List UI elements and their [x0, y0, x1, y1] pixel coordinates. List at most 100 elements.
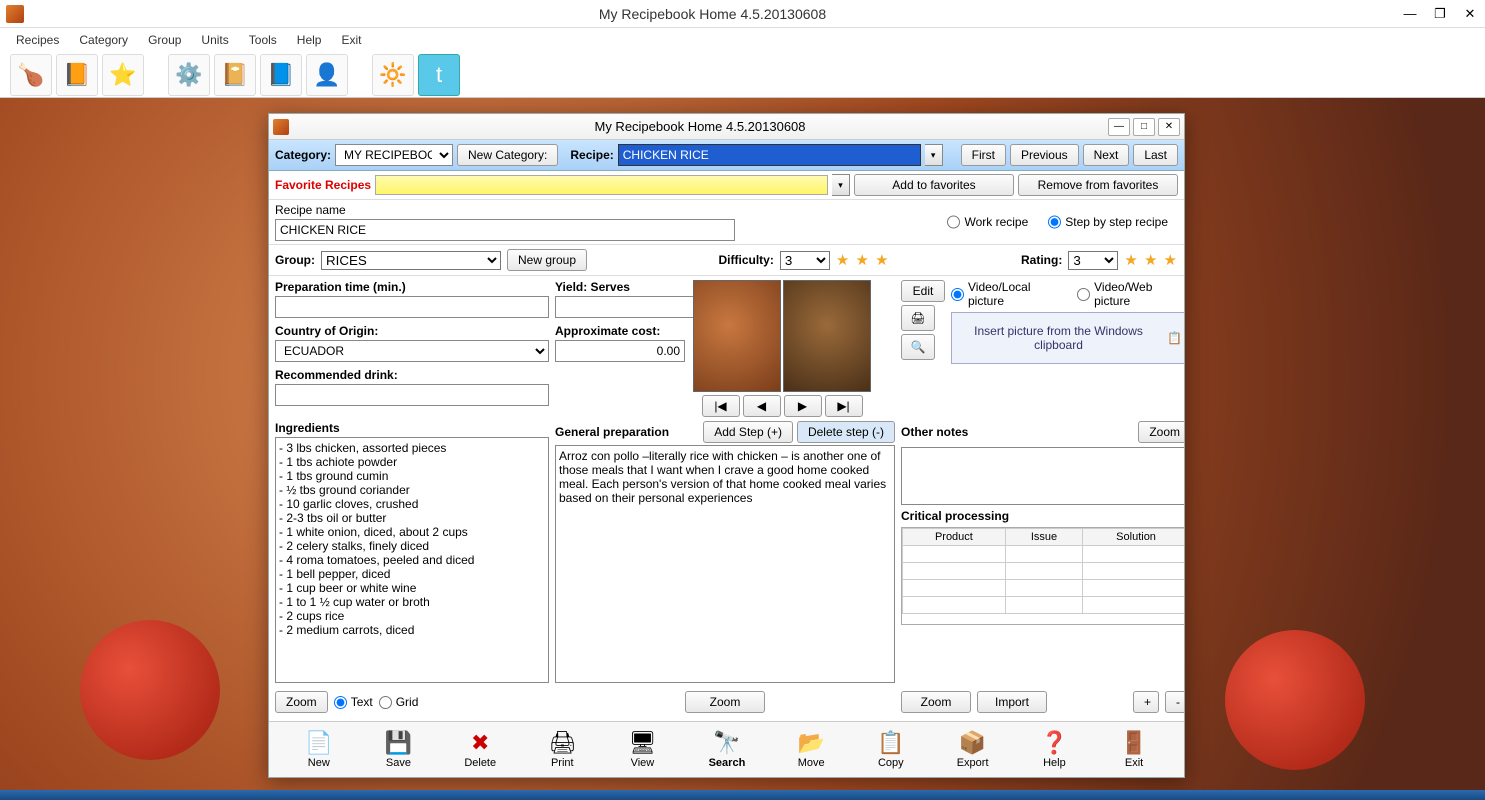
difficulty-label: Difficulty: — [719, 253, 774, 267]
action-delete[interactable]: ✖Delete — [456, 728, 504, 771]
edit-picture-button[interactable]: Edit — [901, 280, 945, 302]
ingredients-zoom-button[interactable]: Zoom — [275, 691, 328, 713]
action-new[interactable]: 📄New — [297, 728, 340, 771]
action-move[interactable]: 📂Move — [790, 728, 833, 771]
toolbar-gear-button[interactable]: ⚙️ — [168, 54, 210, 96]
nav-first-button[interactable]: First — [961, 144, 1006, 166]
thumb-first-button[interactable]: |◀ — [702, 395, 740, 417]
action-search[interactable]: 🔭Search — [701, 728, 754, 771]
new-group-button[interactable]: New group — [507, 249, 587, 271]
child-title: My Recipebook Home 4.5.20130608 — [295, 119, 1105, 134]
genprep-textarea[interactable]: Arroz con pollo –literally rice with chi… — [555, 445, 895, 683]
rating-stars: ★ ★ ★ — [1124, 251, 1178, 269]
toolbar-book-orange-button[interactable]: 📔 — [214, 54, 256, 96]
thumb-next-button[interactable]: ▶ — [784, 395, 822, 417]
action-exit[interactable]: 🚪Exit — [1112, 728, 1155, 771]
step-recipe-radio[interactable]: Step by step recipe — [1048, 211, 1168, 233]
thumb-prev-button[interactable]: ◀ — [743, 395, 781, 417]
action-view[interactable]: 🖥View — [620, 728, 664, 771]
app-title: My Recipebook Home 4.5.20130608 — [30, 6, 1395, 22]
insert-clipboard-button[interactable]: Insert picture from the Windows clipboar… — [951, 312, 1184, 364]
magnifier-icon: 🔍 — [911, 340, 926, 354]
add-step-button[interactable]: Add Step (+) — [703, 421, 793, 443]
print-icon: 🖨 — [548, 730, 576, 756]
cost-input[interactable] — [555, 340, 685, 362]
gear-icon: ⚙️ — [175, 62, 202, 88]
recipe-name-input[interactable] — [275, 219, 735, 241]
child-minimize-button[interactable]: — — [1108, 118, 1130, 136]
menu-tools[interactable]: Tools — [239, 30, 287, 50]
view-text-radio[interactable]: Text — [334, 695, 373, 709]
nav-last-button[interactable]: Last — [1133, 144, 1178, 166]
close-button[interactable]: ✕ — [1455, 3, 1485, 25]
add-favorites-button[interactable]: Add to favorites — [854, 174, 1014, 196]
crit-remove-button[interactable]: - — [1165, 691, 1184, 713]
menu-exit[interactable]: Exit — [331, 30, 371, 50]
action-print[interactable]: 🖨Print — [540, 728, 584, 771]
action-bar: 📄New 💾Save ✖Delete 🖨Print 🖥View 🔭Search … — [269, 721, 1184, 777]
toolbar-book-blue-button[interactable]: 📘 — [260, 54, 302, 96]
work-recipe-radio[interactable]: Work recipe — [947, 211, 1028, 233]
toolbar-star-button[interactable]: ⭐ — [102, 54, 144, 96]
toolbar-sungear-button[interactable]: 🔆 — [372, 54, 414, 96]
difficulty-select[interactable]: 3 — [780, 251, 830, 270]
menu-recipes[interactable]: Recipes — [6, 30, 69, 50]
critical-processing-table[interactable]: Product Issue Solution — [901, 527, 1184, 625]
recipe-combo-arrow[interactable]: ▾ — [925, 144, 943, 166]
crit-header-solution: Solution — [1083, 529, 1184, 546]
toolbar-twitter-button[interactable]: t — [418, 54, 460, 96]
category-select[interactable]: MY RECIPEBOOK — [335, 144, 453, 166]
thumbnail-2[interactable] — [783, 280, 871, 392]
crit-add-button[interactable]: + — [1133, 691, 1159, 713]
crit-import-button[interactable]: Import — [977, 691, 1047, 713]
action-export[interactable]: 📦Export — [949, 728, 997, 771]
drink-input[interactable] — [275, 384, 549, 406]
child-maximize-button[interactable]: □ — [1133, 118, 1155, 136]
remove-favorites-button[interactable]: Remove from favorites — [1018, 174, 1178, 196]
body-grid: Preparation time (min.) Country of Origi… — [269, 276, 1184, 721]
recipe-name-label: Recipe name — [275, 203, 735, 217]
help-icon: ❓ — [1041, 730, 1068, 756]
ingredients-textarea[interactable]: - 3 lbs chicken, assorted pieces - 1 tbs… — [275, 437, 549, 683]
nav-prev-button[interactable]: Previous — [1010, 144, 1079, 166]
action-copy[interactable]: 📋Copy — [869, 728, 912, 771]
new-category-button[interactable]: New Category: — [457, 144, 558, 166]
video-web-radio[interactable]: Video/Web picture — [1077, 280, 1184, 308]
menu-help[interactable]: Help — [287, 30, 332, 50]
favorites-combo-arrow[interactable]: ▾ — [832, 174, 850, 196]
genprep-zoom-button[interactable]: Zoom — [685, 691, 765, 713]
toolbar-person-button[interactable]: 👤 — [306, 54, 348, 96]
thumbnail-1[interactable] — [693, 280, 781, 392]
rating-select[interactable]: 3 — [1068, 251, 1118, 270]
action-save[interactable]: 💾Save — [377, 728, 420, 771]
other-notes-textarea[interactable] — [901, 447, 1184, 505]
maximize-button[interactable]: ❐ — [1425, 3, 1455, 25]
main-titlebar: My Recipebook Home 4.5.20130608 — ❐ ✕ — [0, 0, 1485, 28]
menu-category[interactable]: Category — [69, 30, 138, 50]
thumb-last-button[interactable]: ▶| — [825, 395, 863, 417]
delete-step-button[interactable]: Delete step (-) — [797, 421, 895, 443]
country-select[interactable]: ECUADOR — [275, 340, 549, 362]
print-picture-button[interactable]: 🖨 — [901, 305, 935, 331]
preview-picture-button[interactable]: 🔍 — [901, 334, 935, 360]
crit-zoom-button[interactable]: Zoom — [901, 691, 971, 713]
minimize-button[interactable]: — — [1395, 3, 1425, 25]
group-select[interactable]: RICES — [321, 251, 501, 270]
menu-group[interactable]: Group — [138, 30, 191, 50]
video-local-radio[interactable]: Video/Local picture — [951, 280, 1069, 308]
toolbar-favbook-button[interactable]: 📙 — [56, 54, 98, 96]
prep-time-input[interactable] — [275, 296, 549, 318]
recipe-combo[interactable]: CHICKEN RICE — [618, 144, 921, 166]
notes-zoom-button[interactable]: Zoom — [1138, 421, 1184, 443]
category-label: Category: — [275, 148, 331, 162]
view-grid-radio[interactable]: Grid — [379, 695, 419, 709]
nav-next-button[interactable]: Next — [1083, 144, 1130, 166]
child-close-button[interactable]: ✕ — [1158, 118, 1180, 136]
favorites-combo[interactable] — [375, 175, 828, 195]
other-notes-label: Other notes — [901, 425, 1138, 439]
toolbar-roast-button[interactable]: 🍗 — [10, 54, 52, 96]
move-icon: 📂 — [798, 730, 825, 756]
action-help[interactable]: ❓Help — [1033, 728, 1076, 771]
rating-label: Rating: — [1021, 253, 1062, 267]
menu-units[interactable]: Units — [191, 30, 238, 50]
